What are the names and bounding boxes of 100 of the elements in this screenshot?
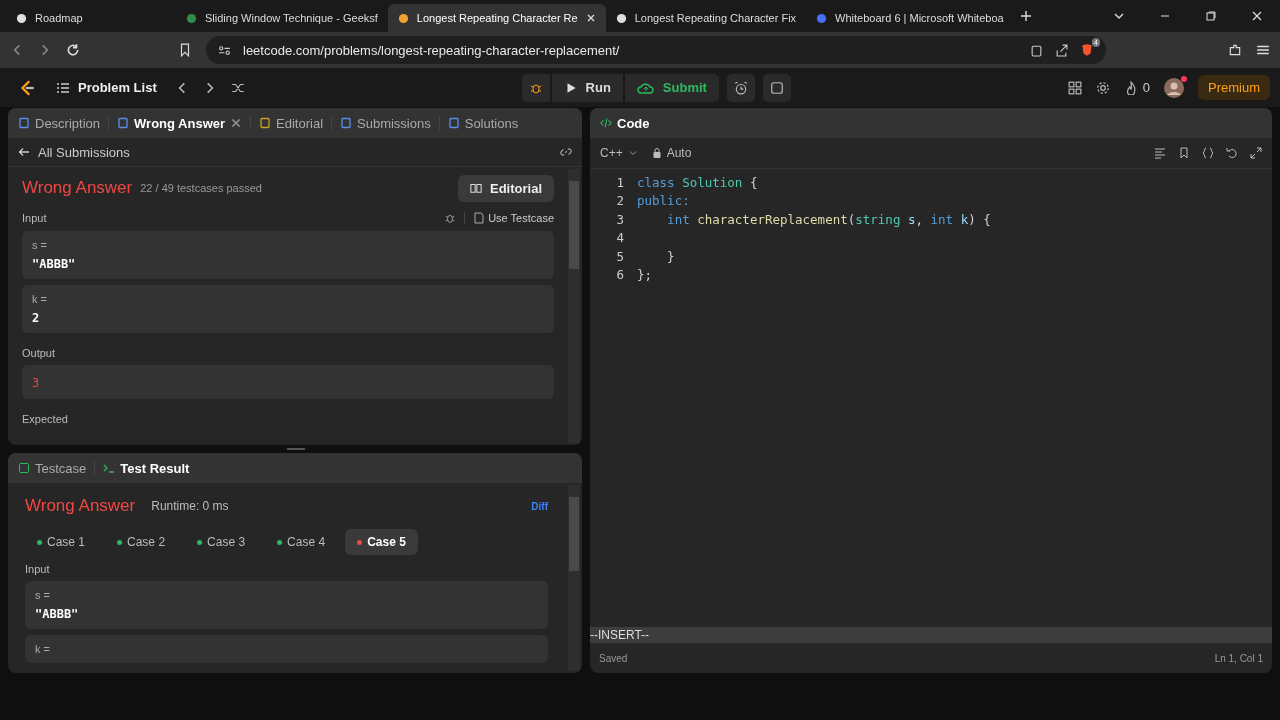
browser-tab[interactable]: Roadmap	[6, 4, 176, 32]
panel-tab[interactable]: Description	[18, 115, 101, 131]
expand-icon[interactable]	[1250, 147, 1262, 159]
section-label: Input	[25, 562, 51, 577]
favicon-icon	[186, 12, 197, 24]
scrollbar[interactable]	[568, 169, 580, 443]
extensions-icon[interactable]	[1228, 43, 1242, 57]
panel-tab[interactable]: Submissions	[340, 115, 431, 131]
clipboard-icon[interactable]	[1030, 43, 1043, 57]
favicon-icon	[397, 12, 409, 24]
case-tab[interactable]: Case 3	[185, 529, 258, 555]
submit-button[interactable]: Submit	[624, 73, 719, 102]
browser-tab[interactable]: Longest Repeating Character Fix	[605, 4, 807, 32]
close-icon[interactable]	[585, 13, 596, 23]
tab-icon	[447, 117, 460, 129]
shield-icon[interactable]	[1080, 43, 1094, 57]
vim-mode: --INSERT--	[590, 628, 650, 642]
case-tab[interactable]: Case 4	[265, 529, 338, 555]
section-label: Output	[22, 346, 57, 361]
scrollbar[interactable]	[568, 485, 580, 671]
favicon-icon	[816, 12, 828, 24]
panel-tab[interactable]: Wrong Answer	[117, 115, 243, 131]
variable-name: k =	[32, 293, 48, 305]
premium-button[interactable]: Premium	[1198, 75, 1270, 100]
list-icon	[56, 80, 70, 95]
browser-tab[interactable]: Longest Repeating Character Re	[387, 4, 606, 32]
notes-button[interactable]	[762, 73, 791, 102]
case-tab[interactable]: Case 5	[345, 529, 418, 555]
tab-icon	[103, 462, 116, 474]
section-label: Input	[22, 212, 47, 224]
language-dropdown[interactable]: C++	[600, 146, 639, 160]
bug-icon[interactable]	[444, 212, 457, 224]
status-title: Wrong Answer	[25, 496, 136, 516]
panel-tab[interactable]: Test Result	[103, 460, 190, 476]
layout-icon[interactable]	[1067, 80, 1082, 95]
line-number: 6	[615, 267, 625, 283]
settings-icon[interactable]	[1095, 80, 1110, 95]
code-line: int characterReplacement(string s, int k) {	[666, 211, 991, 227]
restore-icon[interactable]	[1205, 10, 1217, 22]
variable-name: k =	[35, 643, 51, 655]
line-number: 1	[615, 174, 625, 190]
editorial-button[interactable]: Editorial	[458, 174, 554, 202]
panel-tab[interactable]: Code	[600, 115, 650, 131]
line-number: 3	[615, 211, 625, 227]
section-label: Expected	[22, 412, 69, 427]
braces-icon[interactable]	[1202, 147, 1214, 159]
code-line: class Solution {	[637, 174, 758, 190]
logo-icon[interactable]	[18, 78, 36, 97]
output-value: 3	[32, 376, 40, 390]
panel-tab[interactable]: Testcase	[18, 460, 87, 476]
debug-icon[interactable]	[521, 73, 550, 102]
streak-counter[interactable]: 0	[1123, 80, 1150, 95]
arrow-left-icon	[18, 146, 30, 158]
cloud-upload-icon	[636, 80, 655, 95]
document-icon	[473, 212, 486, 224]
variable-value: "ABBB"	[32, 257, 77, 271]
panel-tab[interactable]: Editorial	[259, 115, 323, 131]
avatar-icon[interactable]	[1164, 77, 1184, 98]
tab-icon	[340, 117, 352, 129]
tab-icon	[117, 117, 130, 129]
close-icon[interactable]	[1251, 10, 1263, 22]
variable-name: s =	[32, 239, 48, 251]
cursor-position: Ln 1, Col 1	[1214, 652, 1263, 664]
menu-icon[interactable]	[1256, 43, 1270, 57]
run-button[interactable]: Run	[551, 73, 623, 102]
tab-icon	[18, 462, 30, 474]
browser-tab[interactable]: Whiteboard 6 | Microsoft Whiteboa	[806, 4, 1014, 32]
tab-icon	[259, 117, 272, 129]
panel-tab[interactable]: Solutions	[447, 115, 519, 131]
line-number: 2	[615, 193, 625, 209]
code-line: public:	[637, 193, 690, 209]
back-link[interactable]: All Submissions	[18, 144, 130, 160]
new-tab-icon[interactable]	[1019, 10, 1032, 22]
format-icon[interactable]	[1154, 147, 1166, 159]
auto-mode[interactable]: Auto	[650, 146, 692, 160]
diff-link[interactable]: Diff	[531, 500, 548, 512]
passed-count: 22 / 49 testcases passed	[140, 182, 262, 194]
case-tab[interactable]: Case 2	[105, 529, 178, 555]
alarm-button[interactable]	[726, 73, 755, 102]
case-tab[interactable]: Case 1	[25, 529, 98, 555]
reload-icon[interactable]	[66, 43, 80, 57]
alarm-icon	[733, 80, 748, 95]
variable-value: 2	[32, 311, 41, 325]
line-number: 5	[615, 248, 625, 264]
share-icon[interactable]	[1055, 43, 1068, 57]
browser-tab[interactable]: Sliding Window Technique - Geeksf	[176, 4, 388, 32]
code-icon	[600, 117, 612, 129]
site-settings-icon[interactable]	[218, 43, 231, 57]
status-title: Wrong Answer	[22, 178, 133, 198]
use-testcase-button[interactable]: Use Testcase	[473, 212, 554, 224]
bookmark-icon[interactable]	[178, 43, 192, 57]
undo-icon[interactable]	[1226, 147, 1238, 159]
problem-list-button[interactable]: Problem List	[56, 80, 157, 95]
save-status: Saved	[599, 652, 628, 664]
bookmark-icon[interactable]	[1178, 147, 1190, 159]
note-icon	[769, 80, 784, 95]
favicon-icon	[615, 12, 627, 24]
link-icon[interactable]	[560, 146, 572, 158]
notification-dot	[1181, 75, 1187, 82]
runtime-text: Runtime: 0 ms	[151, 499, 229, 513]
